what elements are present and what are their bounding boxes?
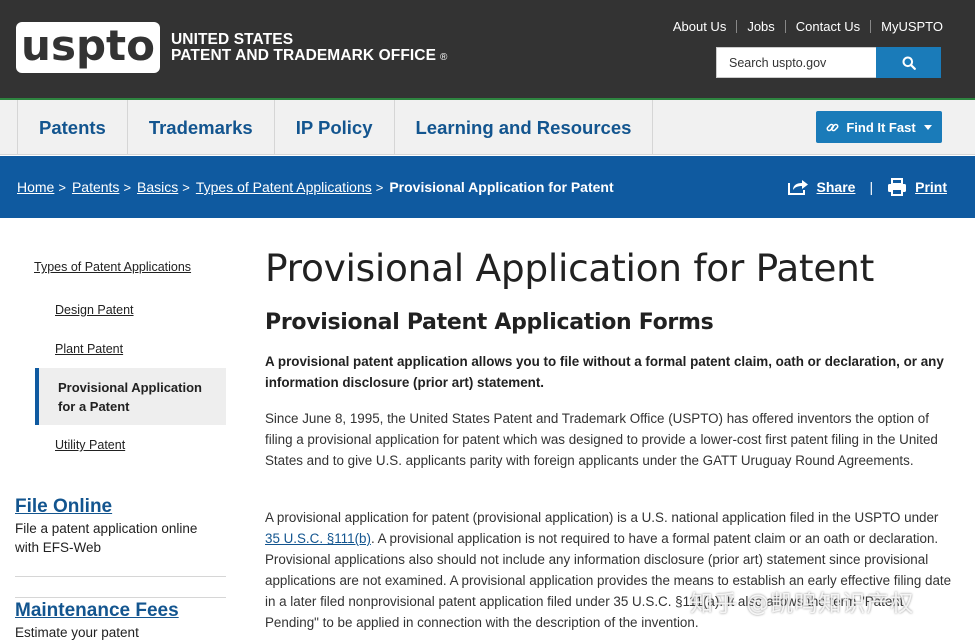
site-header: uspto UNITED STATES PATENT AND TRADEMARK… <box>0 0 975 98</box>
share-link[interactable]: Share <box>817 179 856 195</box>
sidebar-item-types-of-applications[interactable]: Types of Patent Applications <box>34 260 191 274</box>
search-button[interactable] <box>876 47 941 78</box>
sidebar: Types of Patent Applications Design Pate… <box>0 218 240 642</box>
maintenance-fees-title[interactable]: Maintenance Fees <box>15 600 179 622</box>
nav-learning-resources[interactable]: Learning and Resources <box>395 100 654 155</box>
paragraph-history: Since June 8, 1995, the United States Pa… <box>265 411 938 468</box>
breadcrumb-separator: > <box>123 179 132 195</box>
sidebar-active-line-2: for a Patent <box>58 399 130 414</box>
lead-paragraph: A provisional patent application allows … <box>265 354 944 390</box>
breadcrumb-types[interactable]: Types of Patent Applications <box>196 179 372 195</box>
watermark: 知乎 @凯鸣知识产权 <box>690 591 915 617</box>
find-it-fast-label: Find It Fast <box>846 119 916 135</box>
printer-icon <box>888 178 907 196</box>
site-search <box>716 47 941 78</box>
breadcrumb-separator: > <box>375 179 384 195</box>
share-print-tools: Share | Print <box>787 156 947 218</box>
sidebar-divider <box>15 597 226 598</box>
main-navigation: Patents Trademarks IP Policy Learning an… <box>0 100 975 155</box>
link-icon <box>826 123 839 131</box>
utility-links: About Us Jobs Contact Us MyUSPTO <box>673 19 943 34</box>
breadcrumb-current: Provisional Application for Patent <box>389 179 614 195</box>
sidebar-item-provisional-active[interactable]: Provisional Application for a Patent <box>35 368 226 425</box>
agency-line-1: UNITED STATES <box>171 31 294 48</box>
breadcrumb-bar: Home > Patents > Basics > Types of Paten… <box>0 156 975 218</box>
sidebar-item-design-patent[interactable]: Design Patent <box>55 303 134 317</box>
print-link[interactable]: Print <box>915 179 947 195</box>
breadcrumb: Home > Patents > Basics > Types of Paten… <box>17 156 614 218</box>
utility-separator <box>736 20 738 33</box>
sidebar-divider <box>15 576 226 577</box>
sidebar-active-line-1: Provisional Application <box>58 380 202 395</box>
share-icon <box>787 180 808 195</box>
tools-divider: | <box>869 179 874 195</box>
caret-down-icon <box>923 124 932 130</box>
paragraph-definition-start: A provisional application for patent (pr… <box>265 510 939 525</box>
utility-separator <box>784 20 786 33</box>
statute-link[interactable]: 35 U.S.C. §111(b) <box>265 531 371 546</box>
logo-wordmark: uspto <box>21 20 155 70</box>
breadcrumb-separator: > <box>182 179 190 195</box>
breadcrumb-patents[interactable]: Patents <box>72 179 119 195</box>
breadcrumb-separator: > <box>58 179 66 195</box>
myuspto-link[interactable]: MyUSPTO <box>881 19 943 34</box>
sidebar-item-utility-patent[interactable]: Utility Patent <box>55 438 125 452</box>
registered-mark: ® <box>440 52 448 63</box>
nav-patents[interactable]: Patents <box>18 100 128 155</box>
magnifier-icon <box>902 56 916 70</box>
sidebar-item-plant-patent[interactable]: Plant Patent <box>55 342 123 356</box>
search-input[interactable] <box>716 47 876 78</box>
page-title: Provisional Application for Patent <box>265 246 874 290</box>
breadcrumb-basics[interactable]: Basics <box>137 179 178 195</box>
jobs-link[interactable]: Jobs <box>747 19 774 34</box>
contact-us-link[interactable]: Contact Us <box>796 19 860 34</box>
file-online-title[interactable]: File Online <box>15 496 112 518</box>
utility-separator <box>870 20 872 33</box>
about-us-link[interactable]: About Us <box>673 19 726 34</box>
nav-items: Patents Trademarks IP Policy Learning an… <box>17 100 654 155</box>
section-title: Provisional Patent Application Forms <box>265 310 714 335</box>
breadcrumb-home[interactable]: Home <box>17 179 54 195</box>
uspto-logo[interactable]: uspto <box>16 22 160 73</box>
find-it-fast-button[interactable]: Find It Fast <box>816 111 942 143</box>
agency-line-2: PATENT AND TRADEMARK OFFICE <box>171 47 437 64</box>
nav-ip-policy[interactable]: IP Policy <box>275 100 395 155</box>
maintenance-fees-description: Estimate your patent <box>15 625 139 640</box>
agency-name: UNITED STATES PATENT AND TRADEMARK OFFIC… <box>171 32 448 66</box>
file-online-description: File a patent application online with EF… <box>15 521 198 555</box>
nav-trademarks[interactable]: Trademarks <box>128 100 275 155</box>
